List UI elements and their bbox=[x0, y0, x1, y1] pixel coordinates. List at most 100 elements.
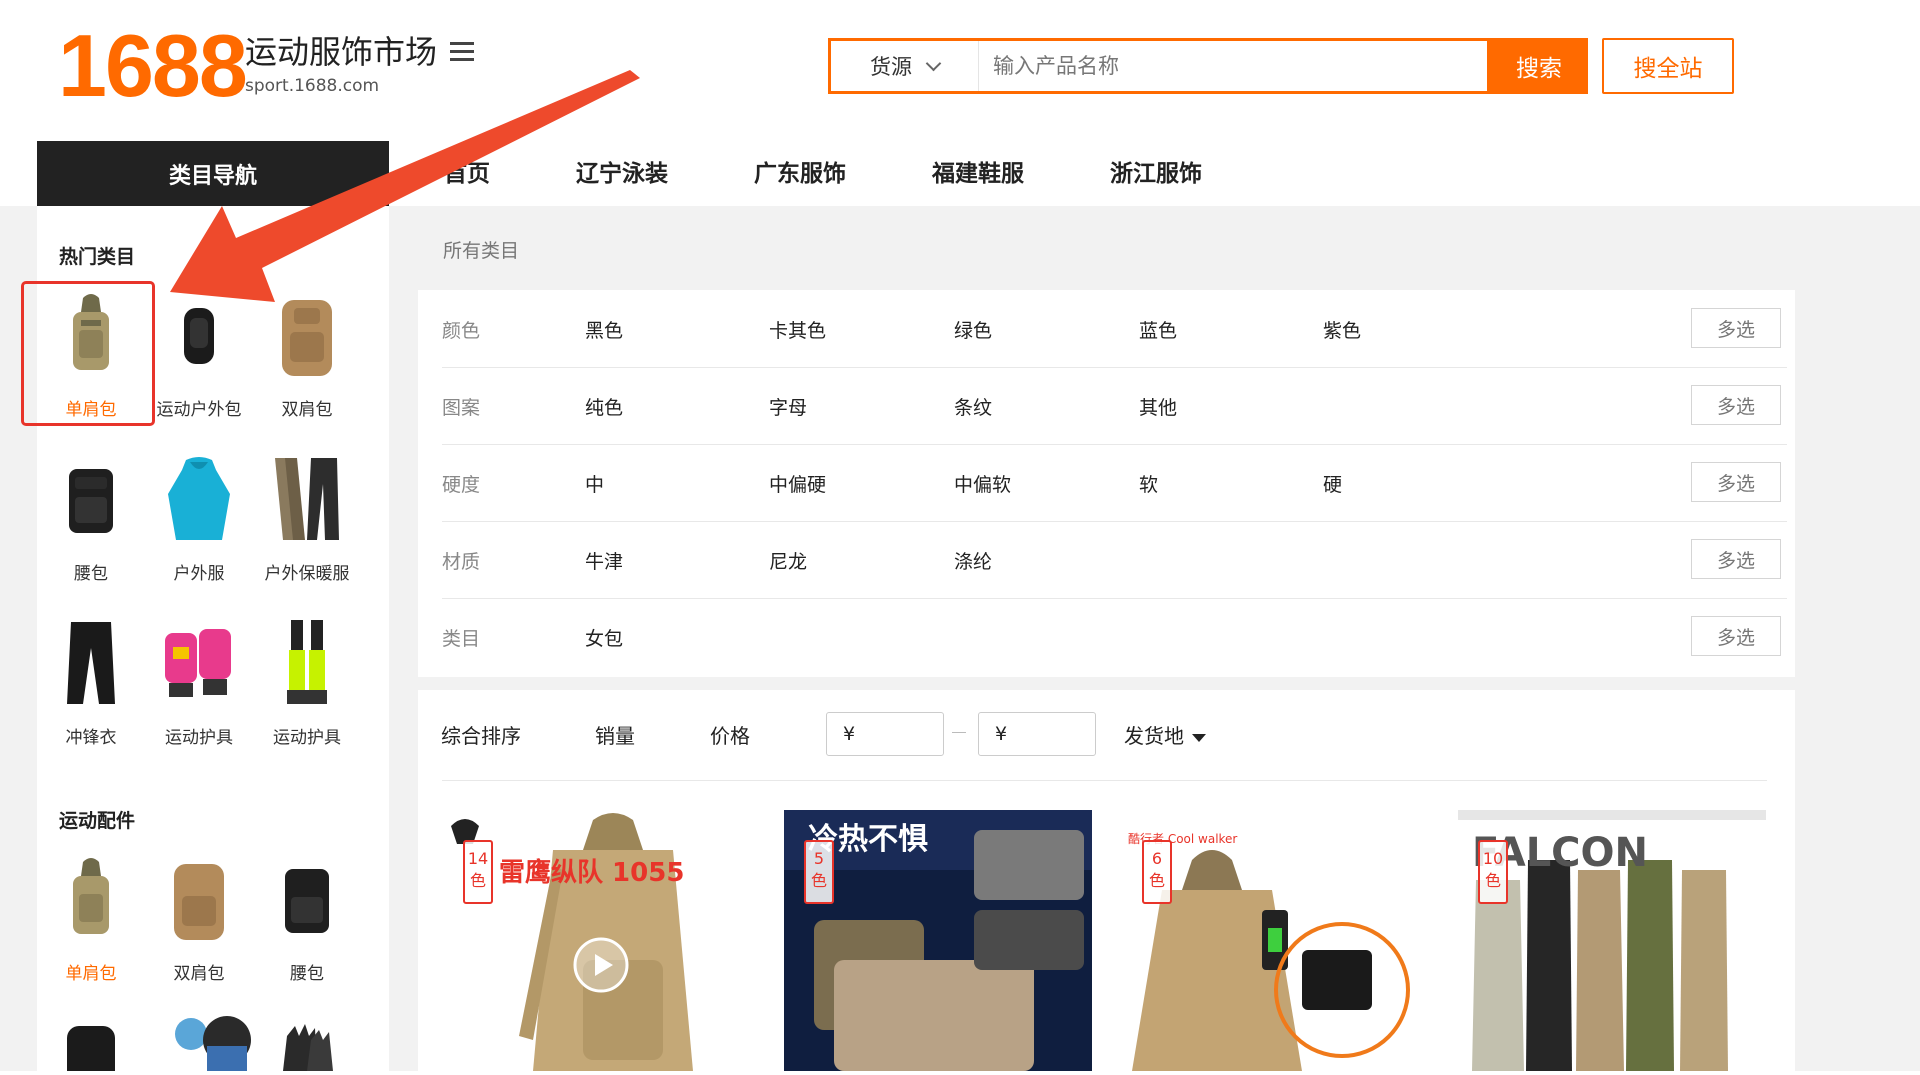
all-categories-breadcrumb[interactable]: 所有类目 bbox=[443, 236, 519, 263]
accessory-tile-shoulder-bag[interactable]: 单肩包 bbox=[37, 846, 145, 996]
filter-option[interactable]: 条纹 bbox=[954, 393, 992, 420]
sort-divider bbox=[442, 780, 1767, 781]
hot-categories-title: 热门类目 bbox=[59, 246, 136, 268]
thermal-pants-image bbox=[253, 446, 361, 551]
filter-option[interactable]: 字母 bbox=[769, 393, 807, 420]
filter-option[interactable]: 涤纶 bbox=[954, 547, 992, 574]
color-count-badge: 6 色 bbox=[1142, 840, 1172, 904]
category-label: 双肩包 bbox=[173, 964, 225, 984]
color-count-badge: 5 色 bbox=[804, 840, 834, 904]
category-tile-sports-gloves[interactable]: 运动护具 bbox=[145, 610, 253, 760]
category-label: 户外保暖服 bbox=[264, 564, 350, 584]
filter-option[interactable]: 其他 bbox=[1139, 393, 1177, 420]
filter-label: 材质 bbox=[442, 551, 481, 573]
product-card[interactable]: 雷鹰纵队 1055 14 色 bbox=[443, 810, 751, 1071]
face-mask-image[interactable] bbox=[167, 1012, 257, 1071]
category-label: 运动护具 bbox=[165, 728, 233, 748]
product-image-text: 雷鹰纵队 1055 bbox=[499, 858, 685, 888]
currency-label: ¥ bbox=[995, 723, 1008, 745]
nav-item-liaoning[interactable]: 辽宁泳装 bbox=[576, 154, 668, 188]
category-tile-sports-protector[interactable]: 运动护具 bbox=[253, 610, 361, 760]
category-nav-header[interactable]: 类目导航 bbox=[37, 141, 389, 206]
top-nav: 首页 辽宁泳装 广东服饰 福建鞋服 浙江服饰 bbox=[444, 154, 1288, 188]
product-card[interactable]: FALCON 10 色 bbox=[1458, 810, 1766, 1071]
product-card[interactable]: 冷热不惧 5 色 bbox=[784, 810, 1092, 1071]
nav-item-zhejiang[interactable]: 浙江服饰 bbox=[1110, 154, 1202, 188]
search-input[interactable] bbox=[979, 41, 1479, 91]
category-tile-thermal-pants[interactable]: 户外保暖服 bbox=[253, 446, 361, 596]
search-all-button[interactable]: 搜全站 bbox=[1602, 38, 1734, 94]
color-count: 6 bbox=[1151, 849, 1163, 868]
sort-sales[interactable]: 销量 bbox=[595, 720, 635, 749]
ship-from-dropdown[interactable]: 发货地 bbox=[1124, 720, 1206, 749]
search-button[interactable]: 搜索 bbox=[1490, 38, 1588, 94]
sort-comprehensive[interactable]: 综合排序 bbox=[441, 720, 521, 749]
category-label: 双肩包 bbox=[281, 400, 333, 420]
filter-option[interactable]: 黑色 bbox=[585, 316, 623, 343]
filter-panel: 颜色 黑色 卡其色 绿色 蓝色 紫色 多选 图案 纯色 字母 条纹 其他 多选 … bbox=[418, 290, 1795, 677]
filter-option[interactable]: 中偏硬 bbox=[769, 470, 826, 497]
multi-select-button[interactable]: 多选 bbox=[1691, 308, 1781, 348]
accessory-tile-backpack[interactable]: 双肩包 bbox=[145, 846, 253, 996]
filter-option[interactable]: 卡其色 bbox=[769, 316, 826, 343]
category-label: 腰包 bbox=[74, 564, 108, 584]
filter-option[interactable]: 蓝色 bbox=[1139, 316, 1177, 343]
filter-option[interactable]: 女包 bbox=[585, 624, 623, 651]
filter-option[interactable]: 牛津 bbox=[585, 547, 623, 574]
filter-option[interactable]: 中 bbox=[585, 470, 604, 497]
backpack-image bbox=[145, 846, 253, 951]
site-name[interactable]: 运动服饰市场 bbox=[245, 36, 437, 68]
nav-item-home[interactable]: 首页 bbox=[444, 154, 490, 188]
category-label: 运动护具 bbox=[273, 728, 341, 748]
search-box: 货源 bbox=[828, 38, 1490, 94]
filter-option[interactable]: 中偏软 bbox=[954, 470, 1011, 497]
color-unit: 色 bbox=[1484, 871, 1501, 890]
filter-option[interactable]: 硬 bbox=[1323, 470, 1342, 497]
phone-armband-image[interactable] bbox=[67, 1026, 115, 1071]
color-count: 14 bbox=[467, 849, 489, 868]
filter-option[interactable]: 紫色 bbox=[1323, 316, 1361, 343]
site-domain: sport.1688.com bbox=[245, 76, 380, 96]
gloves-image[interactable] bbox=[277, 1022, 337, 1071]
nav-item-guangdong[interactable]: 广东服饰 bbox=[754, 154, 846, 188]
price-max-input[interactable]: ¥ bbox=[978, 712, 1096, 756]
nav-item-fujian[interactable]: 福建鞋服 bbox=[932, 154, 1024, 188]
multi-select-button[interactable]: 多选 bbox=[1691, 385, 1781, 425]
caret-down-icon bbox=[1192, 733, 1206, 742]
category-tile-backpack[interactable]: 双肩包 bbox=[253, 282, 361, 432]
category-tile-outdoor-bag[interactable]: 运动户外包 bbox=[145, 282, 253, 432]
currency-label: ¥ bbox=[843, 723, 856, 745]
highlight-box bbox=[21, 281, 155, 426]
category-tile-outdoor-jacket[interactable]: 户外服 bbox=[145, 446, 253, 596]
filter-option[interactable]: 绿色 bbox=[954, 316, 992, 343]
category-tile-hard-shell-jacket[interactable]: 冲锋衣 bbox=[37, 610, 145, 760]
site-logo[interactable]: 1688 bbox=[58, 22, 248, 110]
sort-price[interactable]: 价格 bbox=[710, 720, 750, 749]
filter-option[interactable]: 尼龙 bbox=[769, 547, 807, 574]
accessory-tile-waist-bag[interactable]: 腰包 bbox=[253, 846, 361, 996]
filter-option[interactable]: 软 bbox=[1139, 470, 1158, 497]
category-label: 冲锋衣 bbox=[65, 728, 117, 748]
outdoor-jacket-image bbox=[145, 446, 253, 551]
product-card[interactable]: 酷行者 Cool walker 6 色 bbox=[1122, 810, 1430, 1071]
filter-label: 颜色 bbox=[442, 320, 481, 342]
multi-select-button[interactable]: 多选 bbox=[1691, 539, 1781, 579]
multi-select-button[interactable]: 多选 bbox=[1691, 616, 1781, 656]
filter-option[interactable]: 纯色 bbox=[585, 393, 623, 420]
color-count-badge: 14 色 bbox=[463, 840, 493, 904]
menu-icon[interactable] bbox=[450, 42, 474, 62]
search-source-label: 货源 bbox=[870, 55, 912, 79]
category-tile-waist-bag[interactable]: 腰包 bbox=[37, 446, 145, 596]
hard-shell-pants-image bbox=[37, 610, 145, 715]
category-label: 腰包 bbox=[290, 964, 324, 984]
filter-row-color: 颜色 黑色 卡其色 绿色 蓝色 紫色 多选 bbox=[442, 290, 1787, 368]
leg-sleeve-image bbox=[253, 610, 361, 715]
multi-select-button[interactable]: 多选 bbox=[1691, 462, 1781, 502]
search-source-dropdown[interactable]: 货源 bbox=[831, 41, 979, 91]
accessories-title: 运动配件 bbox=[59, 810, 136, 832]
category-label: 运动户外包 bbox=[156, 400, 242, 420]
waist-bag-image bbox=[37, 446, 145, 551]
color-count: 5 bbox=[813, 849, 825, 868]
gloves-image bbox=[145, 610, 253, 715]
price-min-input[interactable]: ¥ bbox=[826, 712, 944, 756]
